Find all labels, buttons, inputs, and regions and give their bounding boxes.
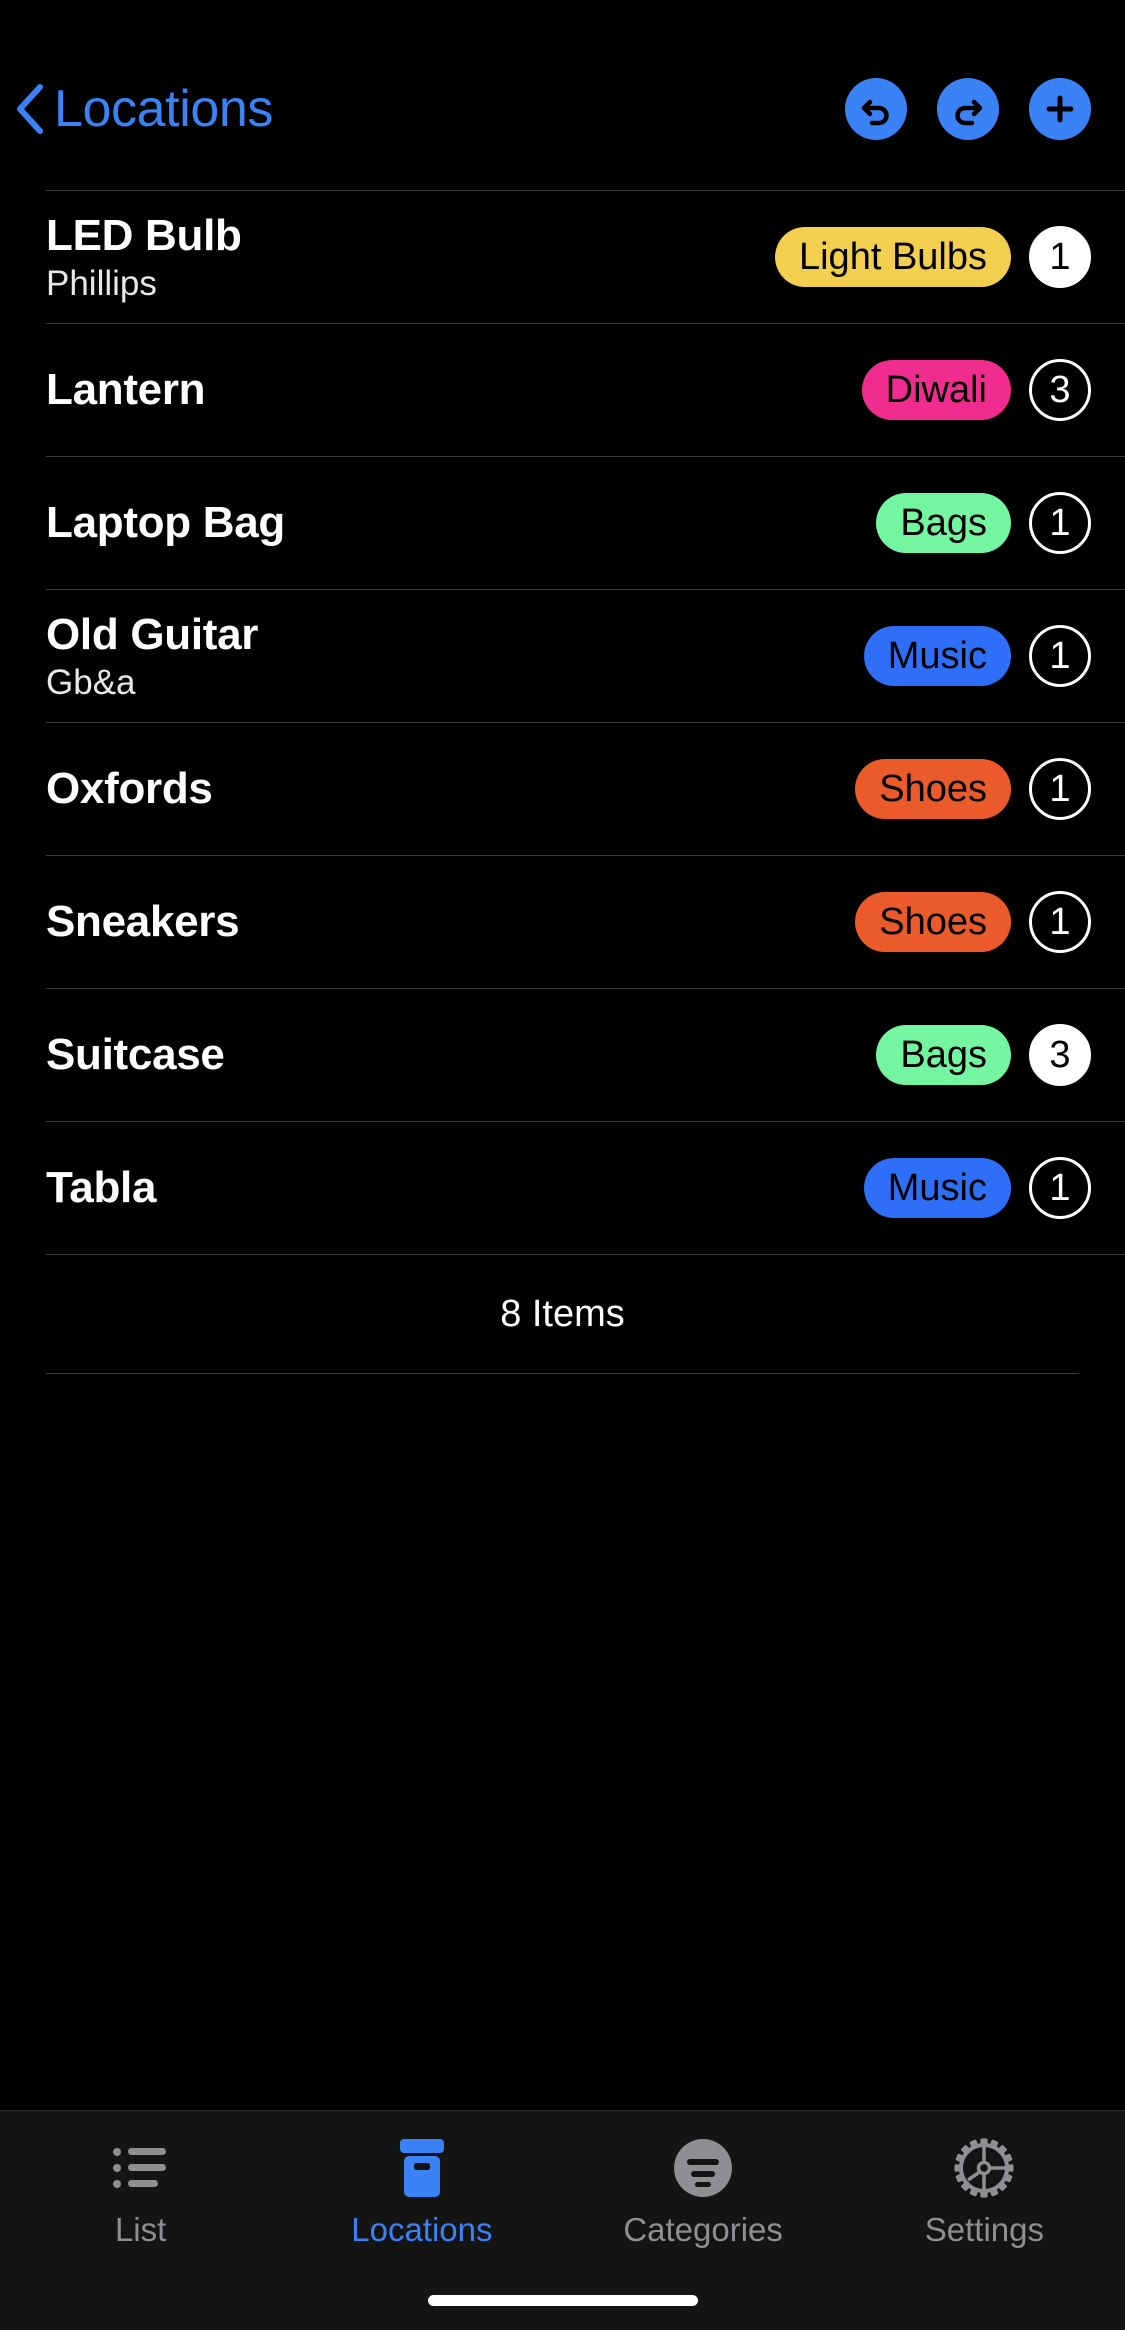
chevron-left-icon [17, 84, 43, 134]
navigation-actions [845, 78, 1091, 140]
category-badge[interactable]: Music [863, 1158, 1011, 1218]
item-row-badges: Bags 1 [876, 492, 1091, 554]
item-title: Tabla [46, 1163, 157, 1213]
category-badge[interactable]: Music [863, 626, 1011, 686]
category-badge[interactable]: Light Bulbs [774, 227, 1011, 287]
item-count-badge: 1 [1029, 226, 1091, 288]
tab-settings[interactable]: Settings [844, 2137, 1125, 2246]
item-row-texts: Sneakers [46, 897, 855, 946]
plus-icon [1046, 95, 1074, 123]
item-row-texts: Laptop Bag [46, 498, 876, 547]
tab-label: Settings [924, 2211, 1044, 2248]
item-count-badge: 1 [1029, 625, 1091, 687]
item-count-badge: 1 [1029, 492, 1091, 554]
bulleted-list-icon [110, 2137, 172, 2199]
item-row[interactable]: Laptop Bag Bags 1 [0, 457, 1125, 589]
item-title: Old Guitar [46, 609, 259, 659]
undo-button[interactable] [845, 78, 907, 140]
home-indicator[interactable] [427, 2295, 698, 2306]
item-row-badges: Bags 3 [876, 1024, 1091, 1086]
redo-button[interactable] [937, 78, 999, 140]
item-subtitle: Gb&a [46, 663, 136, 703]
item-title: Oxfords [46, 764, 213, 814]
back-button-label: Locations [54, 80, 273, 138]
home-indicator-area [0, 2295, 1125, 2306]
tab-list[interactable]: List [0, 2137, 281, 2246]
add-button[interactable] [1029, 78, 1091, 140]
item-row-texts: Lantern [46, 365, 862, 414]
item-row-texts: Oxfords [46, 764, 855, 813]
category-badge[interactable]: Bags [876, 1025, 1011, 1085]
tab-locations[interactable]: Locations [281, 2137, 562, 2246]
item-row[interactable]: Old Guitar Gb&a Music 1 [0, 590, 1125, 722]
item-count-badge: 1 [1029, 758, 1091, 820]
undo-arrow-icon [861, 99, 889, 126]
item-row-texts: Tabla [46, 1163, 864, 1212]
item-row-badges: Shoes 1 [855, 891, 1091, 953]
item-row[interactable]: Tabla Music 1 [0, 1122, 1125, 1254]
item-count-badge: 1 [1029, 1157, 1091, 1219]
item-row-badges: Music 1 [863, 1157, 1091, 1219]
item-list: LED Bulb Phillips Light Bulbs 1 Lantern Diwal… [0, 190, 1125, 1374]
item-row[interactable]: LED Bulb Phillips Light Bulbs 1 [0, 191, 1125, 323]
item-count-badge: 3 [1029, 1024, 1091, 1086]
item-row[interactable]: Lantern Diwali 3 [0, 324, 1125, 456]
category-badge[interactable]: Bags [876, 493, 1011, 553]
item-count-badge: 3 [1029, 359, 1091, 421]
item-title: Laptop Bag [46, 498, 285, 548]
item-title: Sneakers [46, 897, 240, 947]
archive-box-icon [397, 2137, 447, 2199]
tab-label: Locations [351, 2211, 493, 2248]
empty-space [0, 1374, 1125, 2110]
category-badge[interactable]: Shoes [855, 759, 1011, 819]
tab-label: List [114, 2211, 167, 2248]
item-title: Suitcase [46, 1030, 225, 1080]
item-row-badges: Light Bulbs 1 [774, 226, 1091, 288]
item-subtitle: Phillips [46, 264, 157, 304]
item-title: LED Bulb [46, 210, 242, 260]
category-badge[interactable]: Shoes [855, 892, 1011, 952]
item-title: Lantern [46, 365, 206, 415]
app-screen: Locations LED Bulb Phillips Light Bulbs … [0, 0, 1125, 2330]
redo-arrow-icon [955, 99, 983, 126]
back-button[interactable]: Locations [14, 83, 273, 135]
item-row-badges: Shoes 1 [855, 758, 1091, 820]
filter-circle-icon [673, 2137, 733, 2199]
gear-icon [954, 2137, 1014, 2199]
item-count-footer: 8 Items [0, 1255, 1125, 1373]
tab-categories[interactable]: Categories [563, 2137, 844, 2246]
category-badge[interactable]: Diwali [861, 360, 1011, 420]
item-count-badge: 1 [1029, 891, 1091, 953]
item-row-texts: Old Guitar Gb&a [46, 610, 864, 702]
item-row-badges: Music 1 [863, 625, 1091, 687]
item-row[interactable]: Oxfords Shoes 1 [0, 723, 1125, 855]
navigation-bar: Locations [0, 0, 1125, 190]
item-row[interactable]: Suitcase Bags 3 [0, 989, 1125, 1121]
item-row-texts: Suitcase [46, 1030, 876, 1079]
item-row-texts: LED Bulb Phillips [46, 211, 775, 303]
item-row[interactable]: Sneakers Shoes 1 [0, 856, 1125, 988]
tab-label: Categories [623, 2211, 783, 2248]
item-row-badges: Diwali 3 [861, 359, 1091, 421]
